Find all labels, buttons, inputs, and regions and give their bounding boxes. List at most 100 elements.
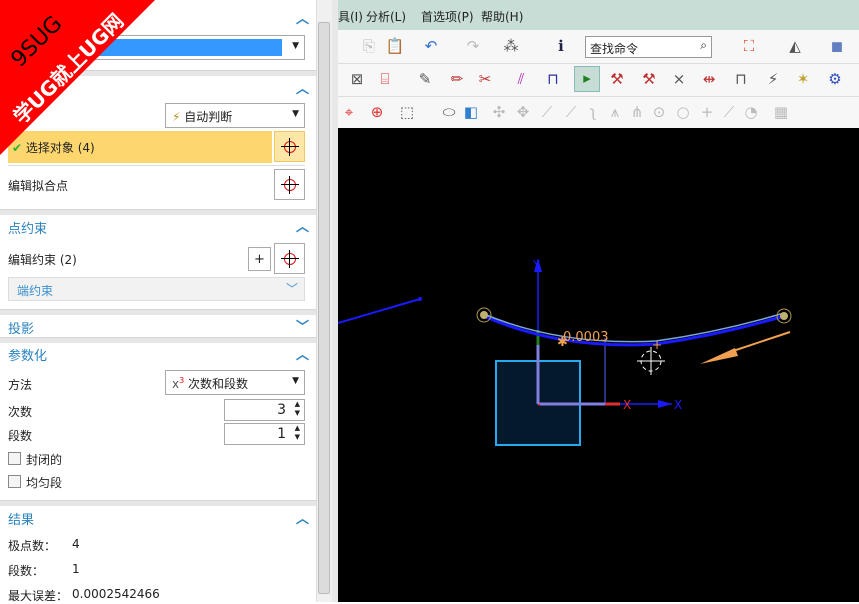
result-segments-value: 1 <box>72 562 80 576</box>
convert-reference-icon[interactable]: ⊓ <box>730 68 752 90</box>
uniform-checkbox[interactable] <box>8 475 21 488</box>
extrude-icon[interactable]: ⌸ <box>374 68 396 90</box>
chevron-up-icon[interactable]: ︿ <box>296 508 309 527</box>
point-on-face-icon[interactable]: ◔ <box>740 101 762 123</box>
eraser-icon[interactable]: ⬭ <box>438 101 460 123</box>
edit-curve-icon[interactable]: ✎ <box>414 68 436 90</box>
divider <box>0 309 316 315</box>
undo-icon[interactable]: ↶ <box>420 35 442 57</box>
end-constraint-list[interactable]: 端约束 ﹀ <box>8 277 305 301</box>
edit-constraint-icon[interactable]: ⚒ <box>606 68 628 90</box>
crosshair-icon <box>280 137 299 156</box>
menu-tools[interactable]: 具(I) <box>338 8 363 25</box>
mid-point-icon[interactable]: ⟋ <box>560 101 582 123</box>
constraint-point-button[interactable] <box>274 243 305 274</box>
quick-trim-icon[interactable]: ✂ <box>474 68 496 90</box>
spinner-arrows-icon[interactable]: ▲ ▼ <box>295 400 300 418</box>
tangent-icon[interactable]: ⋔ <box>626 101 648 123</box>
closed-checkbox[interactable] <box>8 452 21 465</box>
grid-icon[interactable]: ▦ <box>770 101 792 123</box>
arc-center-icon[interactable]: ⊙ <box>648 101 670 123</box>
spinner-arrows-icon[interactable]: ▲ ▼ <box>295 424 300 442</box>
chevron-down-icon: ▼ <box>292 41 299 51</box>
method-dropdown[interactable]: x3 次数和段数 ▼ <box>165 370 305 395</box>
scrollbar-thumb[interactable] <box>318 22 330 594</box>
show-constraints-icon[interactable]: ▸ <box>574 66 600 92</box>
fit-view-icon[interactable]: ⛶ <box>738 35 760 57</box>
box-3d-icon[interactable]: ◧ <box>460 101 482 123</box>
y-axis-label: Y <box>532 258 540 271</box>
snap-point-icon[interactable]: ⌖ <box>338 101 360 123</box>
projection-header[interactable]: 投影 <box>8 318 34 337</box>
paste-icon[interactable]: 📋 <box>384 35 406 57</box>
menu-help[interactable]: 帮助(H) <box>481 8 523 25</box>
select-point-button[interactable] <box>274 131 305 162</box>
box-select-icon[interactable]: ⬚ <box>396 101 418 123</box>
redo-icon[interactable]: ↷ <box>462 35 484 57</box>
degree-icon: x3 <box>172 376 185 391</box>
crosshair-icon <box>280 249 299 268</box>
command-search-input[interactable]: 查找命令 ⌕ <box>585 36 712 58</box>
dimension-icon[interactable]: ⊓ <box>542 68 564 90</box>
edit-constraint-label: 编辑约束 (2) <box>8 253 77 267</box>
magnifier-icon[interactable]: ⌕ <box>700 38 707 53</box>
snap-curve-icon[interactable]: ✥ <box>512 101 534 123</box>
control-point-icon[interactable]: ʅ <box>582 101 604 123</box>
chevron-down-icon: ﹀ <box>285 282 298 296</box>
method-label: 方法 <box>8 378 33 392</box>
menu-bar: 具(I) 分析(L) 首选项(P) 帮助(H) <box>338 0 859 30</box>
edit-line-icon[interactable]: ✏ <box>446 68 468 90</box>
existing-curve <box>338 298 421 324</box>
chevron-down-icon[interactable]: ﹀ <box>296 316 309 335</box>
trim-icon[interactable]: ⊠ <box>346 68 368 90</box>
collapse-points-chevron-icon[interactable]: ︿ <box>296 78 309 97</box>
copy-icon[interactable]: ⎘ <box>358 35 380 57</box>
edit-fit-points-button[interactable] <box>274 169 305 200</box>
watermark-logo: 9SUG 学UG就上UG网 <box>0 0 155 155</box>
parallel-constraint-icon[interactable]: ⫽ <box>510 68 532 90</box>
auto-constrain-icon[interactable]: ⚒ <box>638 68 660 90</box>
max-error-value: 0.0002542466 <box>72 587 160 601</box>
menu-analysis[interactable]: 分析(L) <box>366 8 406 25</box>
add-point-icon: + <box>254 251 265 267</box>
closed-label: 封闭的 <box>26 453 63 467</box>
selection-filter-icon[interactable]: ⁂ <box>500 35 522 57</box>
rotate-point-icon[interactable]: ⊕ <box>366 101 388 123</box>
chevron-up-icon[interactable]: ︿ <box>296 344 309 363</box>
uniform-label: 均匀段 <box>26 476 63 490</box>
add-constraint-button[interactable]: + <box>248 247 271 271</box>
remove-constraint-icon[interactable]: ⨯ <box>668 68 690 90</box>
existing-point-icon[interactable]: + <box>696 101 718 123</box>
end-point-marker <box>476 307 492 323</box>
animate-icon[interactable]: ⚡ <box>762 68 784 90</box>
relations-icon[interactable]: ⚙ <box>824 68 846 90</box>
point-constraint-header[interactable]: 点约束 <box>8 218 47 237</box>
alternate-solution-icon[interactable]: ⇹ <box>698 68 720 90</box>
divider <box>0 500 316 506</box>
info-icon[interactable]: ℹ <box>550 35 572 57</box>
menu-preferences[interactable]: 首选项(P) <box>421 8 474 25</box>
degree-spinner[interactable]: 3 ▲ ▼ <box>224 399 305 421</box>
collapse-type-chevron-icon[interactable]: ︿ <box>296 8 309 27</box>
intersection-icon[interactable]: ⩚ <box>604 101 626 123</box>
view-cube-icon[interactable]: ◼ <box>826 35 848 57</box>
deviation-label: 0.0003 <box>563 330 609 345</box>
end-point-icon[interactable]: ⟋ <box>536 101 558 123</box>
parameterization-header[interactable]: 参数化 <box>8 345 47 364</box>
segments-spinner[interactable]: 1 ▲ ▼ <box>224 423 305 445</box>
quadrant-icon[interactable]: ○ <box>672 101 694 123</box>
snap-dropdown[interactable]: ⚡ 自动判断 ▼ <box>165 103 305 128</box>
chevron-down-icon: ▼ <box>292 376 299 386</box>
crosshair-icon <box>280 175 299 194</box>
divider <box>0 209 316 215</box>
poles-label: 极点数： <box>8 539 57 553</box>
auto-dimension-icon[interactable]: ✶ <box>792 68 814 90</box>
render-style-icon[interactable]: ◭ <box>784 35 806 57</box>
chevron-up-icon[interactable]: ︿ <box>296 216 309 235</box>
results-header[interactable]: 结果 <box>8 509 34 528</box>
point-on-curve-icon[interactable]: ⟋ <box>718 101 740 123</box>
divider <box>0 337 316 343</box>
graphics-viewport[interactable]: Y X X 0.0003 ✱ + <box>338 128 859 602</box>
snap-grid-icon[interactable]: ✣ <box>488 101 510 123</box>
fitted-curve <box>483 314 785 347</box>
